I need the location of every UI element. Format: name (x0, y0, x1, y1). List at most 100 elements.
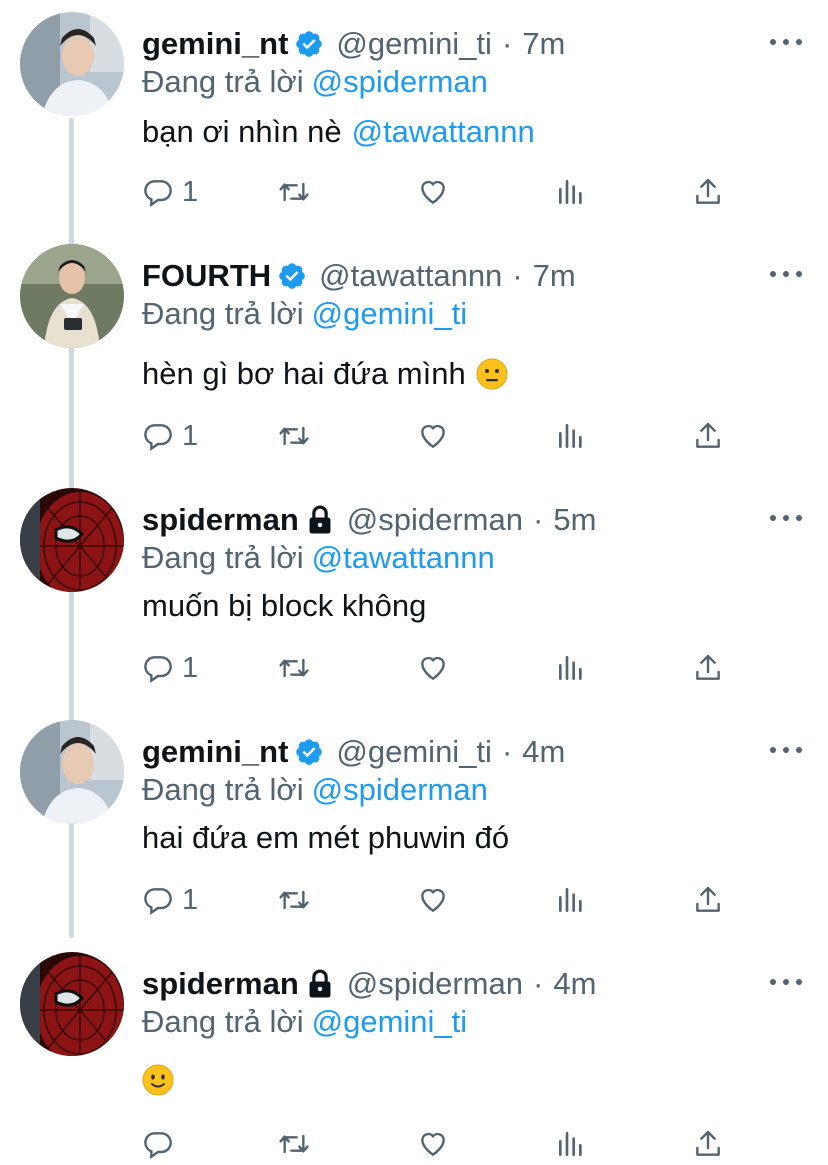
like-button[interactable] (416, 648, 450, 688)
share-button[interactable] (692, 416, 724, 456)
analytics-icon (556, 1128, 586, 1160)
retweet-button[interactable] (276, 172, 312, 212)
verified-badge-icon (294, 29, 324, 59)
analytics-button[interactable] (556, 416, 586, 456)
slight-smile-emoji (142, 1064, 174, 1096)
retweet-button[interactable] (276, 648, 312, 688)
action-bar: 1 (142, 172, 742, 212)
display-name[interactable]: gemini_nt (142, 26, 288, 62)
display-name[interactable]: spiderman (142, 502, 299, 538)
replying-to-label: Đang trả lời (142, 540, 304, 575)
tweet-text: hai đứa em mét phuwin đó (142, 818, 509, 858)
like-button[interactable] (416, 416, 450, 456)
more-icon[interactable] (770, 972, 802, 992)
share-button[interactable] (692, 648, 724, 688)
timestamp[interactable]: 7m (522, 26, 565, 62)
like-button[interactable] (416, 1124, 450, 1164)
like-button[interactable] (416, 172, 450, 212)
reply-to-mention[interactable]: @spiderman (312, 772, 488, 807)
analytics-icon (556, 884, 586, 916)
share-button[interactable] (692, 1124, 724, 1164)
action-bar: 1 (142, 648, 742, 688)
like-icon (416, 176, 450, 208)
tweet[interactable]: gemini_nt @gemini_ti · 7m Đang trả lời @s… (0, 8, 828, 240)
reply-count: 1 (182, 651, 199, 684)
handle[interactable]: @gemini_ti (336, 734, 492, 770)
tweet-text-content: muốn bị block không (142, 588, 427, 623)
analytics-button[interactable] (556, 172, 586, 212)
analytics-button[interactable] (556, 648, 586, 688)
action-bar (142, 1124, 742, 1164)
avatar[interactable] (20, 488, 124, 592)
avatar[interactable] (20, 952, 124, 1056)
tweet[interactable]: FOURTH @tawattannn · 7m Đang trả lời @gem… (0, 240, 828, 484)
replying-to: Đang trả lời @spiderman (142, 772, 488, 808)
reply-icon (142, 652, 174, 684)
avatar[interactable] (20, 720, 124, 824)
tweet[interactable]: gemini_nt @gemini_ti · 4m Đang trả lời @s… (0, 716, 828, 948)
replying-to: Đang trả lời @spiderman (142, 64, 488, 100)
display-name[interactable]: spiderman (142, 966, 299, 1002)
reply-to-mention[interactable]: @gemini_ti (312, 1004, 468, 1039)
reply-icon (142, 884, 174, 916)
tweet[interactable]: spiderman @spiderman · 5m Đang trả lời @t… (0, 484, 828, 716)
share-icon (692, 652, 724, 684)
retweet-icon (276, 1128, 312, 1160)
timestamp[interactable]: 7m (533, 258, 576, 294)
more-icon[interactable] (770, 508, 802, 528)
analytics-button[interactable] (556, 1124, 586, 1164)
share-icon (692, 884, 724, 916)
handle[interactable]: @spiderman (347, 966, 523, 1002)
reply-to-mention[interactable]: @spiderman (312, 64, 488, 99)
share-icon (692, 176, 724, 208)
share-button[interactable] (692, 880, 724, 920)
reply-button[interactable]: 1 (142, 648, 198, 688)
tweet[interactable]: spiderman @spiderman · 4m Đang trả lời @g… (0, 948, 828, 1165)
analytics-button[interactable] (556, 880, 586, 920)
separator-dot: · (533, 966, 544, 1001)
avatar[interactable] (20, 244, 124, 348)
retweet-button[interactable] (276, 1124, 312, 1164)
more-icon[interactable] (770, 740, 802, 760)
timestamp[interactable]: 4m (522, 734, 565, 770)
action-bar: 1 (142, 416, 742, 456)
reply-icon (142, 1128, 174, 1160)
display-name[interactable]: FOURTH (142, 258, 271, 294)
like-icon (416, 884, 450, 916)
share-button[interactable] (692, 172, 724, 212)
display-name[interactable]: gemini_nt (142, 734, 288, 770)
timestamp[interactable]: 5m (553, 502, 596, 538)
like-button[interactable] (416, 880, 450, 920)
tweet-header: gemini_nt @gemini_ti · 4m (142, 730, 565, 774)
share-icon (692, 1128, 724, 1160)
like-icon (416, 652, 450, 684)
handle[interactable]: @gemini_ti (336, 26, 492, 62)
retweet-button[interactable] (276, 416, 312, 456)
tweet-header: spiderman @spiderman · 4m (142, 962, 596, 1006)
text-mention[interactable]: @tawattannn (352, 114, 535, 150)
reply-to-mention[interactable]: @tawattannn (312, 540, 495, 575)
tweet-header: spiderman @spiderman · 5m (142, 498, 596, 542)
handle[interactable]: @tawattannn (319, 258, 502, 294)
reply-to-mention[interactable]: @gemini_ti (312, 296, 468, 331)
retweet-button[interactable] (276, 880, 312, 920)
reply-icon (142, 176, 174, 208)
timestamp[interactable]: 4m (553, 966, 596, 1002)
replying-to-label: Đang trả lời (142, 296, 304, 331)
reply-button[interactable]: 1 (142, 172, 198, 212)
tweet-text: muốn bị block không (142, 586, 426, 626)
reply-button[interactable] (142, 1124, 174, 1164)
retweet-icon (276, 652, 312, 684)
handle[interactable]: @spiderman (347, 502, 523, 538)
analytics-icon (556, 420, 586, 452)
more-icon[interactable] (770, 32, 802, 52)
tweet-text-content: hai đứa em mét phuwin đó (142, 820, 510, 855)
reply-button[interactable]: 1 (142, 416, 198, 456)
tweet-text: hèn gì bơ hai đứa mình (142, 354, 508, 394)
reply-button[interactable]: 1 (142, 880, 198, 920)
avatar[interactable] (20, 12, 124, 116)
analytics-icon (556, 652, 586, 684)
retweet-icon (276, 176, 312, 208)
more-icon[interactable] (770, 264, 802, 284)
action-bar: 1 (142, 880, 742, 920)
